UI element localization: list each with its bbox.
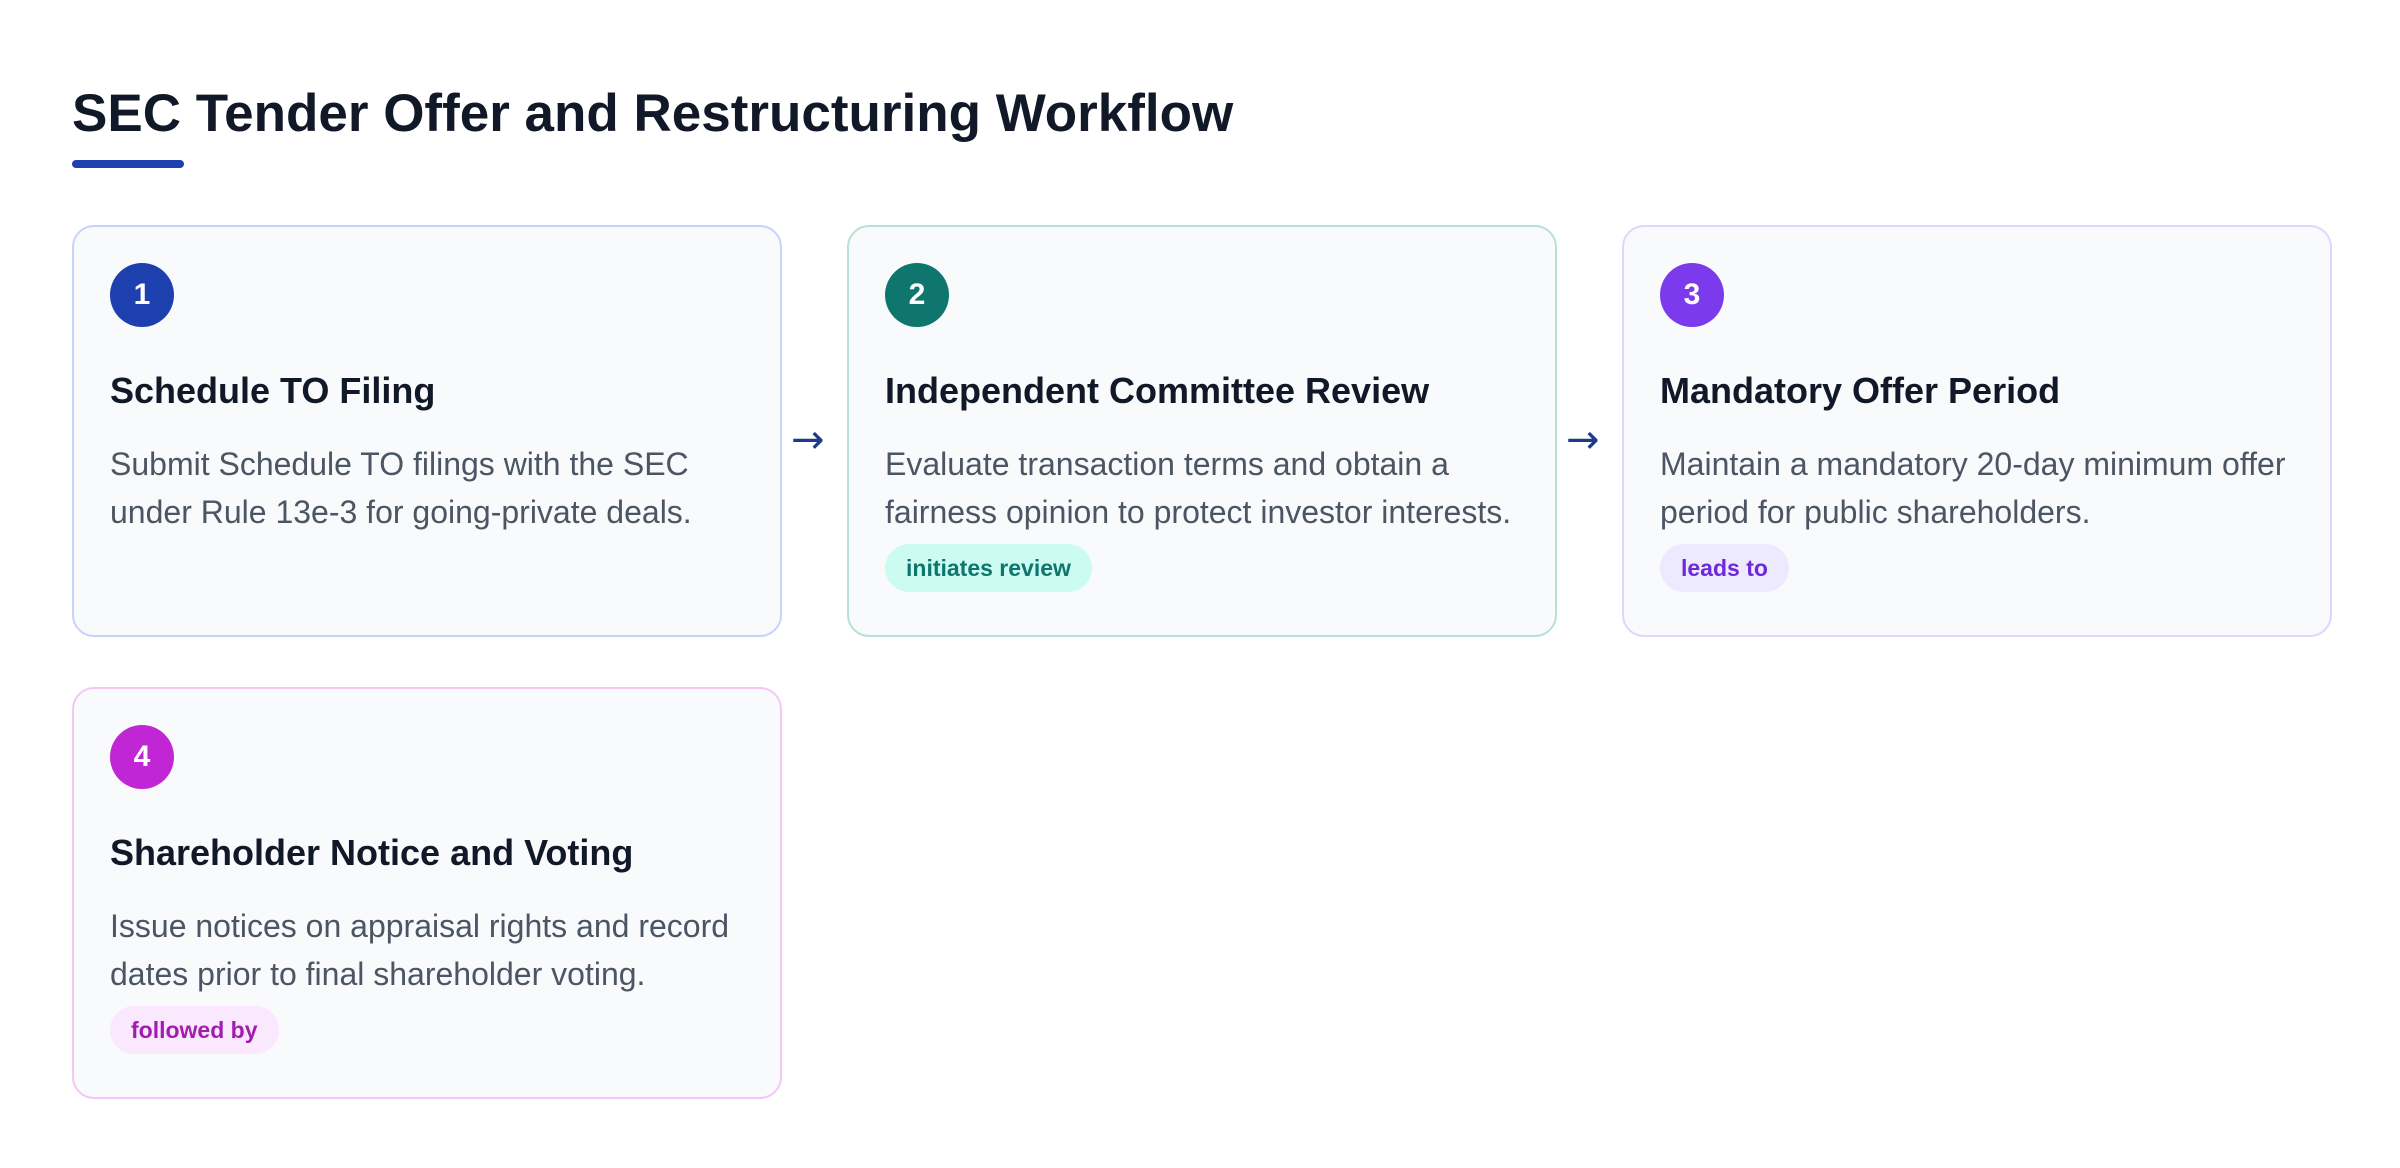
step-title: Schedule TO Filing: [110, 370, 436, 411]
step-description: Maintain a mandatory 20-day minimum offe…: [1660, 446, 2286, 530]
workflow-page: SEC Tender Offer and Restructuring Workf…: [0, 0, 2400, 1168]
step-card-3: 3 Mandatory Offer Period Maintain a mand…: [1622, 225, 2332, 637]
step-description: Issue notices on appraisal rights and re…: [110, 908, 730, 992]
step-number-badge: 4: [110, 725, 174, 789]
title-underline: [72, 160, 184, 168]
step-number-badge: 1: [110, 263, 174, 327]
right-arrow-icon: →: [1566, 417, 1600, 463]
relationship-tag: leads to: [1660, 544, 1789, 592]
step-card-2: 2 Independent Committee Review Evaluate …: [847, 225, 1557, 637]
relationship-tag: initiates review: [885, 544, 1092, 592]
step-description: Evaluate transaction terms and obtain a …: [885, 446, 1512, 530]
step-title: Mandatory Offer Period: [1660, 370, 2061, 411]
step-card-1: 1 Schedule TO Filing Submit Schedule TO …: [72, 225, 782, 637]
step-title: Shareholder Notice and Voting: [110, 832, 634, 873]
step-number-badge: 2: [885, 263, 949, 327]
step-number-badge: 3: [1660, 263, 1724, 327]
relationship-tag: followed by: [110, 1006, 279, 1054]
step-description: Submit Schedule TO filings with the SEC …: [110, 446, 692, 530]
step-title: Independent Committee Review: [885, 370, 1430, 411]
page-title: SEC Tender Offer and Restructuring Workf…: [72, 84, 1234, 143]
right-arrow-icon: →: [791, 417, 825, 463]
step-card-4: 4 Shareholder Notice and Voting Issue no…: [72, 687, 782, 1099]
